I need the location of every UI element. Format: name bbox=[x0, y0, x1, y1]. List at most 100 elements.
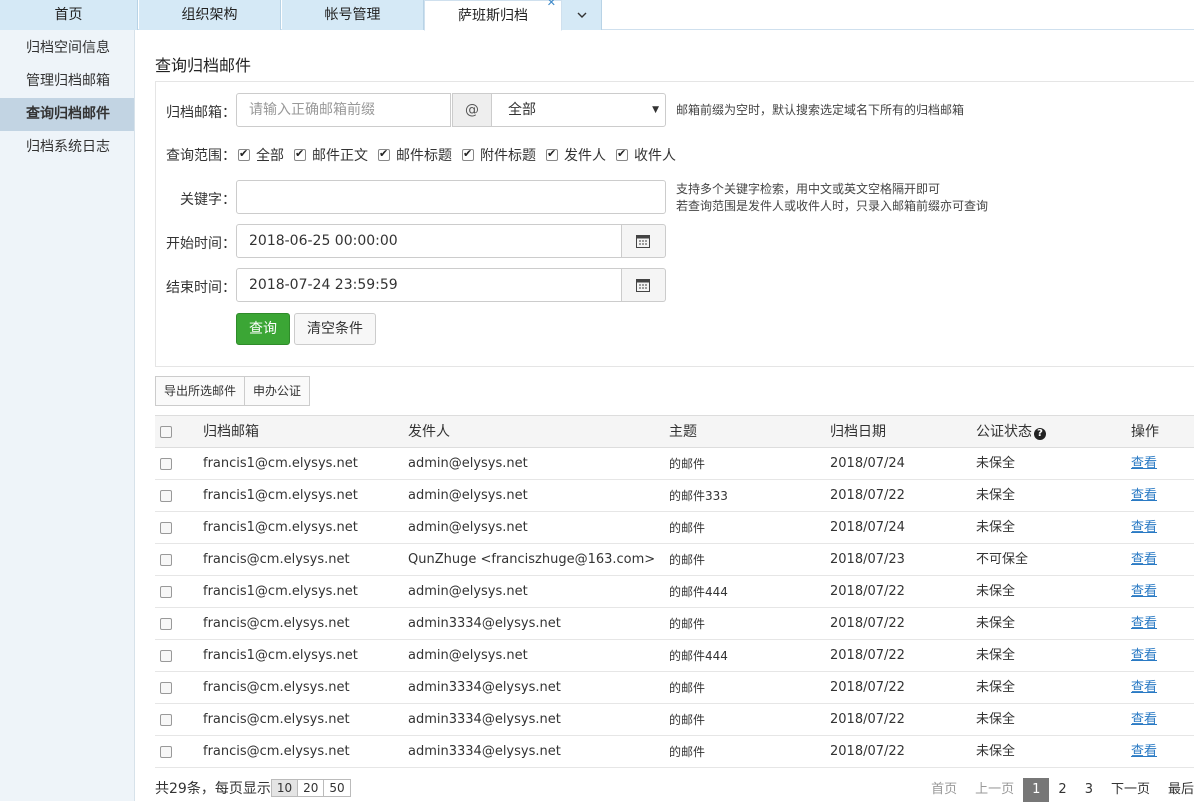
pagination-info: 共29条，每页显示 10 20 50 bbox=[155, 778, 351, 798]
start-calendar-button[interactable] bbox=[622, 224, 666, 258]
checkbox[interactable] bbox=[294, 147, 306, 161]
scope-option-all[interactable]: 全部 bbox=[238, 145, 284, 165]
last-page-button[interactable]: 最后 bbox=[1159, 778, 1194, 802]
cell-mailbox: francis1@cm.elysys.net bbox=[203, 456, 358, 471]
close-icon[interactable]: ✕ bbox=[547, 0, 556, 13]
first-page-button[interactable]: 首页 bbox=[922, 778, 966, 802]
calendar-icon bbox=[636, 235, 650, 248]
mailbox-label: 归档邮箱： bbox=[166, 105, 236, 121]
checkbox[interactable] bbox=[616, 147, 628, 161]
scope-option-attachment[interactable]: 附件标题 bbox=[462, 145, 536, 165]
keyword-input[interactable] bbox=[236, 180, 666, 214]
tab-label: 帐号管理 bbox=[324, 7, 381, 23]
checkbox[interactable] bbox=[462, 147, 474, 161]
scope-label: 查询范围： bbox=[166, 148, 236, 164]
tab-label: 组织架构 bbox=[181, 7, 238, 23]
cell-sender: admin@elysys.net bbox=[408, 456, 528, 471]
row-checkbox[interactable] bbox=[160, 554, 172, 566]
sidebar-item-archive-system-log[interactable]: 归档系统日志 bbox=[0, 131, 134, 164]
row-checkbox[interactable] bbox=[160, 746, 172, 758]
help-icon[interactable]: ? bbox=[1034, 428, 1046, 440]
view-link[interactable]: 查看 bbox=[1131, 704, 1157, 736]
next-page-button[interactable]: 下一页 bbox=[1102, 778, 1159, 802]
row-checkbox[interactable] bbox=[160, 714, 172, 726]
view-link[interactable]: 查看 bbox=[1131, 448, 1157, 480]
tab-org-structure[interactable]: 组织架构 bbox=[139, 0, 281, 30]
checkbox[interactable] bbox=[378, 147, 390, 161]
page-button-3[interactable]: 3 bbox=[1076, 778, 1102, 802]
table-row: francis@cm.elysys.net admin3334@elysys.ne… bbox=[155, 736, 1194, 768]
query-button[interactable]: 查询 bbox=[236, 313, 290, 345]
tab-more-button[interactable] bbox=[562, 0, 602, 30]
tab-label: 首页 bbox=[54, 7, 83, 23]
end-calendar-button[interactable] bbox=[622, 268, 666, 302]
view-link[interactable]: 查看 bbox=[1131, 544, 1157, 576]
view-link[interactable]: 查看 bbox=[1131, 608, 1157, 640]
page-button-1[interactable]: 1 bbox=[1023, 778, 1050, 802]
cell-sender: admin@elysys.net bbox=[408, 520, 528, 535]
start-time-input[interactable]: 2018-06-25 00:00:00 bbox=[236, 224, 622, 258]
sidebar-item-query-archive-mail[interactable]: 查询归档邮件 bbox=[0, 98, 134, 131]
cell-mailbox: francis@cm.elysys.net bbox=[203, 744, 350, 759]
bulk-actions: 导出所选邮件 申办公证 bbox=[155, 376, 311, 406]
scope-option-sender[interactable]: 发件人 bbox=[546, 145, 606, 165]
view-link[interactable]: 查看 bbox=[1131, 512, 1157, 544]
clear-conditions-button[interactable]: 清空条件 bbox=[294, 313, 376, 345]
page-size-10[interactable]: 10 bbox=[270, 779, 299, 797]
tab-sox-archive[interactable]: 萨班斯归档 ✕ bbox=[424, 0, 562, 31]
row-checkbox[interactable] bbox=[160, 586, 172, 598]
cell-sender: admin@elysys.net bbox=[408, 488, 528, 503]
cell-status: 未保全 bbox=[976, 744, 1016, 759]
view-link[interactable]: 查看 bbox=[1131, 736, 1157, 768]
page-size-20[interactable]: 20 bbox=[298, 779, 325, 797]
apply-notarization-button[interactable]: 申办公证 bbox=[245, 376, 311, 406]
header-status-label: 公证状态 bbox=[976, 424, 1032, 440]
prev-page-button[interactable]: 上一页 bbox=[966, 778, 1023, 802]
table-row: francis@cm.elysys.net admin3334@elysys.ne… bbox=[155, 608, 1194, 640]
cell-subject: 的邮件 bbox=[669, 521, 706, 535]
table-row: francis1@cm.elysys.net admin@elysys.net 的邮… bbox=[155, 640, 1194, 672]
cell-subject: 的邮件 bbox=[669, 457, 706, 471]
end-time-label: 结束时间： bbox=[166, 280, 236, 296]
cell-subject: 的邮件333 bbox=[669, 489, 728, 503]
sidebar-item-archive-space-info[interactable]: 归档空间信息 bbox=[0, 32, 134, 65]
cell-mailbox: francis@cm.elysys.net bbox=[203, 552, 350, 567]
scope-option-body[interactable]: 邮件正文 bbox=[294, 145, 368, 165]
tab-home[interactable]: 首页 bbox=[0, 0, 138, 30]
end-time-input[interactable]: 2018-07-24 23:59:59 bbox=[236, 268, 622, 302]
cell-status: 未保全 bbox=[976, 584, 1016, 599]
export-selected-button[interactable]: 导出所选邮件 bbox=[155, 376, 246, 406]
main-content: 查询归档邮件 归档邮箱： 请输入正确邮箱前缀 @ 全部 ▼ 邮箱前缀为空时，默认… bbox=[155, 30, 1194, 802]
sidebar-item-manage-archive-mailbox[interactable]: 管理归档邮箱 bbox=[0, 65, 134, 98]
row-checkbox[interactable] bbox=[160, 682, 172, 694]
cell-mailbox: francis@cm.elysys.net bbox=[203, 712, 350, 727]
domain-select[interactable]: 全部 ▼ bbox=[491, 93, 666, 127]
scope-option-subject[interactable]: 邮件标题 bbox=[378, 145, 452, 165]
row-checkbox[interactable] bbox=[160, 618, 172, 630]
checkbox[interactable] bbox=[546, 147, 558, 161]
mailbox-hint: 邮箱前缀为空时，默认搜索选定域名下所有的归档邮箱 bbox=[676, 103, 965, 117]
row-checkbox[interactable] bbox=[160, 650, 172, 662]
view-link[interactable]: 查看 bbox=[1131, 480, 1157, 512]
row-checkbox[interactable] bbox=[160, 458, 172, 470]
view-link[interactable]: 查看 bbox=[1131, 640, 1157, 672]
row-checkbox[interactable] bbox=[160, 522, 172, 534]
tab-account-management[interactable]: 帐号管理 bbox=[282, 0, 424, 30]
select-all-checkbox[interactable] bbox=[160, 426, 172, 438]
domain-select-value: 全部 bbox=[508, 102, 536, 118]
cell-status: 未保全 bbox=[976, 616, 1016, 631]
view-link[interactable]: 查看 bbox=[1131, 672, 1157, 704]
table-body: francis1@cm.elysys.net admin@elysys.net 的邮… bbox=[155, 448, 1194, 768]
table-header: 归档邮箱 发件人 主题 归档日期 公证状态? 操作 bbox=[155, 415, 1194, 448]
checkbox[interactable] bbox=[238, 147, 250, 161]
row-checkbox[interactable] bbox=[160, 490, 172, 502]
mailbox-prefix-input[interactable]: 请输入正确邮箱前缀 bbox=[236, 93, 451, 127]
scope-option-recipient[interactable]: 收件人 bbox=[616, 145, 676, 165]
cell-sender: admin3334@elysys.net bbox=[408, 616, 561, 631]
page-button-2[interactable]: 2 bbox=[1049, 778, 1075, 802]
cell-date: 2018/07/22 bbox=[830, 712, 905, 727]
scope-row: 查询范围： 全部 邮件正文 邮件标题 附件标题 发件人 收件人 bbox=[166, 145, 686, 165]
view-link[interactable]: 查看 bbox=[1131, 576, 1157, 608]
cell-date: 2018/07/22 bbox=[830, 616, 905, 631]
page-size-50[interactable]: 50 bbox=[324, 779, 351, 797]
